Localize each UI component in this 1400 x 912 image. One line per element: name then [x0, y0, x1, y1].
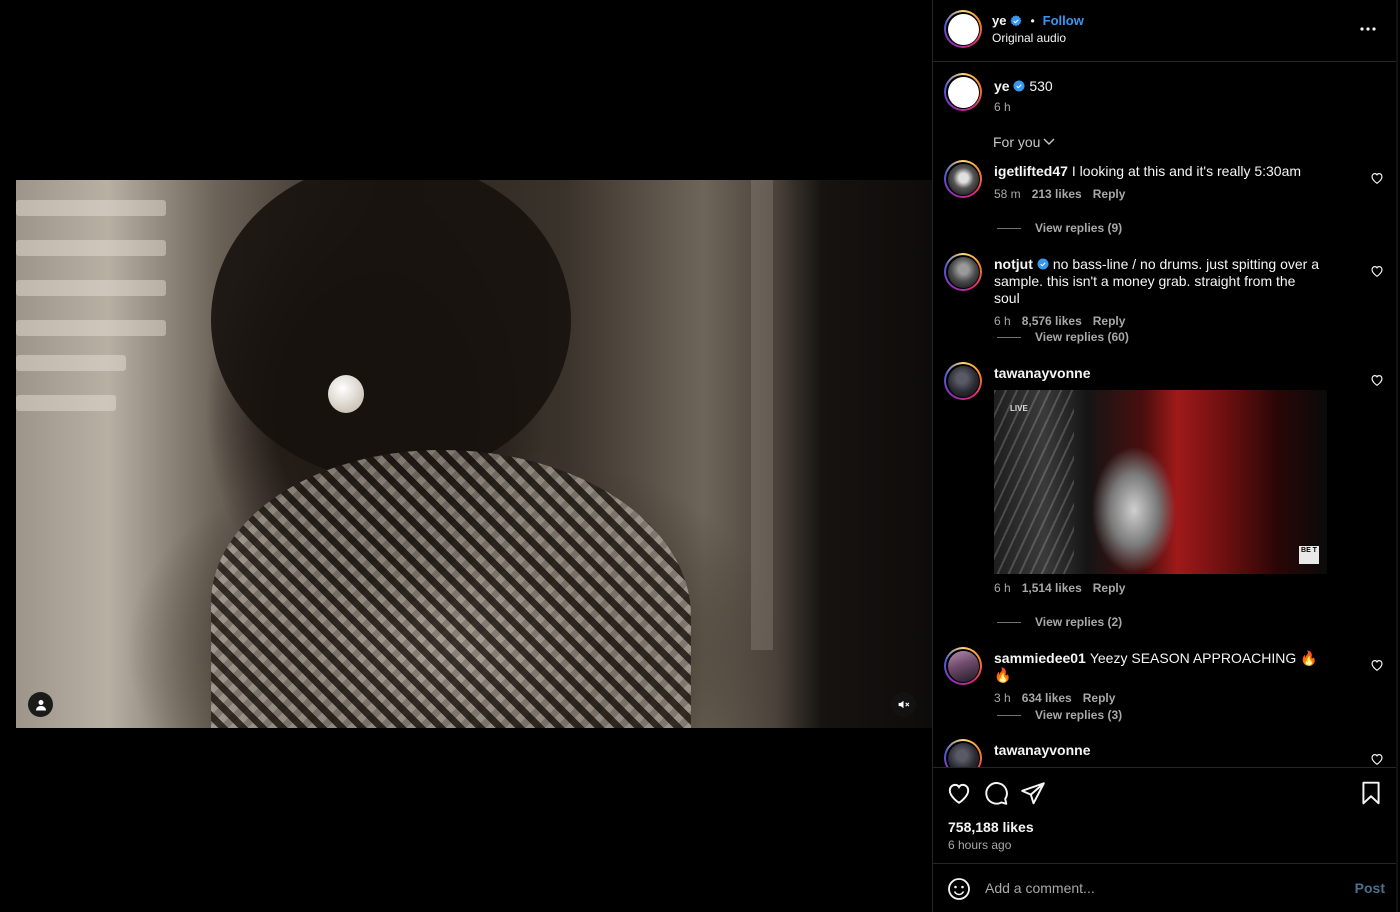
video-player[interactable] — [16, 180, 932, 728]
comment-likes[interactable]: 1,514 likes — [1022, 580, 1082, 597]
author-username[interactable]: ye — [992, 13, 1006, 28]
view-replies-label: View replies (2) — [1035, 615, 1123, 629]
comment-time: 58 m — [994, 187, 1021, 201]
follow-button[interactable]: Follow — [1043, 13, 1084, 28]
commenter-avatar[interactable] — [944, 362, 982, 400]
reply-button[interactable]: Reply — [1083, 690, 1116, 707]
reply-button[interactable]: Reply — [1093, 313, 1126, 330]
heart-icon[interactable] — [1370, 171, 1384, 185]
post-side-panel: ye • Follow Original audio ye 530 6 h Fo… — [932, 0, 1398, 912]
tagged-user-button[interactable] — [28, 692, 53, 717]
comment-bubble-icon[interactable] — [983, 780, 1009, 806]
comment-item: igetlifted47 I looking at this and it's r… — [944, 160, 1384, 203]
user-icon — [35, 699, 46, 710]
comment-likes[interactable]: 634 likes — [1022, 690, 1072, 707]
view-replies-button[interactable]: View replies (3) — [997, 708, 1122, 722]
likes-count[interactable]: 758,188 likes — [948, 819, 1034, 835]
comment-item: tawanayvonne LIVE BE T 6 h 1,514 likes R… — [944, 362, 1384, 597]
commenter-username[interactable]: tawanayvonne — [994, 742, 1090, 758]
comment-time: 6 h — [994, 581, 1011, 595]
chevron-down-icon — [1043, 138, 1055, 145]
post-comment-button[interactable]: Post — [1355, 880, 1385, 896]
comment-likes[interactable]: 213 likes — [1032, 186, 1082, 203]
gif-live-label: LIVE — [1010, 404, 1028, 413]
smiley-icon[interactable] — [947, 877, 971, 901]
reply-button[interactable]: Reply — [1093, 580, 1126, 597]
comment-clip: tawanayvonne — [933, 735, 1397, 767]
view-replies-button[interactable]: View replies (9) — [997, 221, 1122, 235]
add-comment-bar: Post — [933, 863, 1397, 912]
comment-likes[interactable]: 8,576 likes — [1022, 313, 1082, 330]
commenter-avatar[interactable] — [944, 253, 982, 291]
heart-icon[interactable] — [946, 780, 972, 806]
muted-speaker-icon — [898, 700, 910, 709]
post-header: ye • Follow Original audio — [933, 0, 1397, 62]
verified-badge-icon — [1010, 14, 1022, 26]
commenter-username[interactable]: igetlifted47 — [994, 163, 1068, 179]
view-replies-label: View replies (60) — [1035, 330, 1129, 344]
heart-icon[interactable] — [1370, 264, 1384, 278]
comment-sort-dropdown[interactable]: For you — [993, 134, 1055, 150]
commenter-username[interactable]: tawanayvonne — [994, 365, 1090, 381]
view-replies-label: View replies (9) — [1035, 221, 1123, 235]
view-replies-button[interactable]: View replies (2) — [997, 615, 1122, 629]
comment-text: I looking at this and it's really 5:30am — [1071, 163, 1302, 179]
paper-plane-icon[interactable] — [1020, 780, 1046, 806]
original-audio-link[interactable]: Original audio — [992, 31, 1066, 45]
verified-badge-icon — [1013, 80, 1025, 92]
commenter-avatar[interactable] — [944, 647, 982, 685]
separator-dot: • — [1030, 13, 1035, 28]
gif-network-logo: BE T — [1299, 546, 1319, 564]
caption-avatar[interactable] — [944, 73, 982, 111]
post-timestamp: 6 hours ago — [948, 838, 1012, 852]
caption-text: 530 — [1029, 78, 1053, 94]
commenter-username[interactable]: sammiedee01 — [994, 650, 1086, 666]
more-options-button[interactable] — [1353, 16, 1383, 42]
commenter-username[interactable]: notjut — [994, 256, 1033, 272]
caption-username[interactable]: ye — [994, 78, 1010, 94]
media-area — [0, 0, 932, 912]
scrollbar[interactable] — [1396, 0, 1398, 912]
verified-badge-icon — [1037, 258, 1049, 270]
heart-icon[interactable] — [1370, 752, 1384, 766]
mute-toggle-button[interactable] — [891, 692, 916, 717]
more-horizontal-icon — [1360, 27, 1376, 31]
view-replies-label: View replies (3) — [1035, 708, 1123, 722]
comment-item: sammiedee01 Yeezy SEASON APPROACHING 🔥🔥 3… — [944, 647, 1384, 707]
view-replies-button[interactable]: View replies (60) — [997, 330, 1129, 344]
commenter-avatar[interactable] — [944, 160, 982, 198]
heart-icon[interactable] — [1370, 373, 1384, 387]
post-actions: 758,188 likes 6 hours ago — [933, 767, 1397, 863]
bookmark-icon[interactable] — [1358, 780, 1384, 806]
comment-input[interactable] — [985, 876, 1325, 900]
comment-gif[interactable]: LIVE BE T — [994, 390, 1327, 574]
caption-timestamp: 6 h — [994, 100, 1011, 114]
commenter-avatar[interactable] — [944, 739, 982, 767]
reply-button[interactable]: Reply — [1093, 186, 1126, 203]
author-avatar[interactable] — [944, 10, 982, 48]
comment-item: tawanayvonne — [944, 739, 1384, 767]
sort-label: For you — [993, 134, 1041, 150]
heart-icon[interactable] — [1370, 658, 1384, 672]
comment-time: 3 h — [994, 691, 1011, 705]
post-caption: ye 530 6 h — [944, 73, 1053, 114]
comment-time: 6 h — [994, 314, 1011, 328]
comment-item: notjut no bass-line / no drums. just spit… — [944, 253, 1384, 330]
